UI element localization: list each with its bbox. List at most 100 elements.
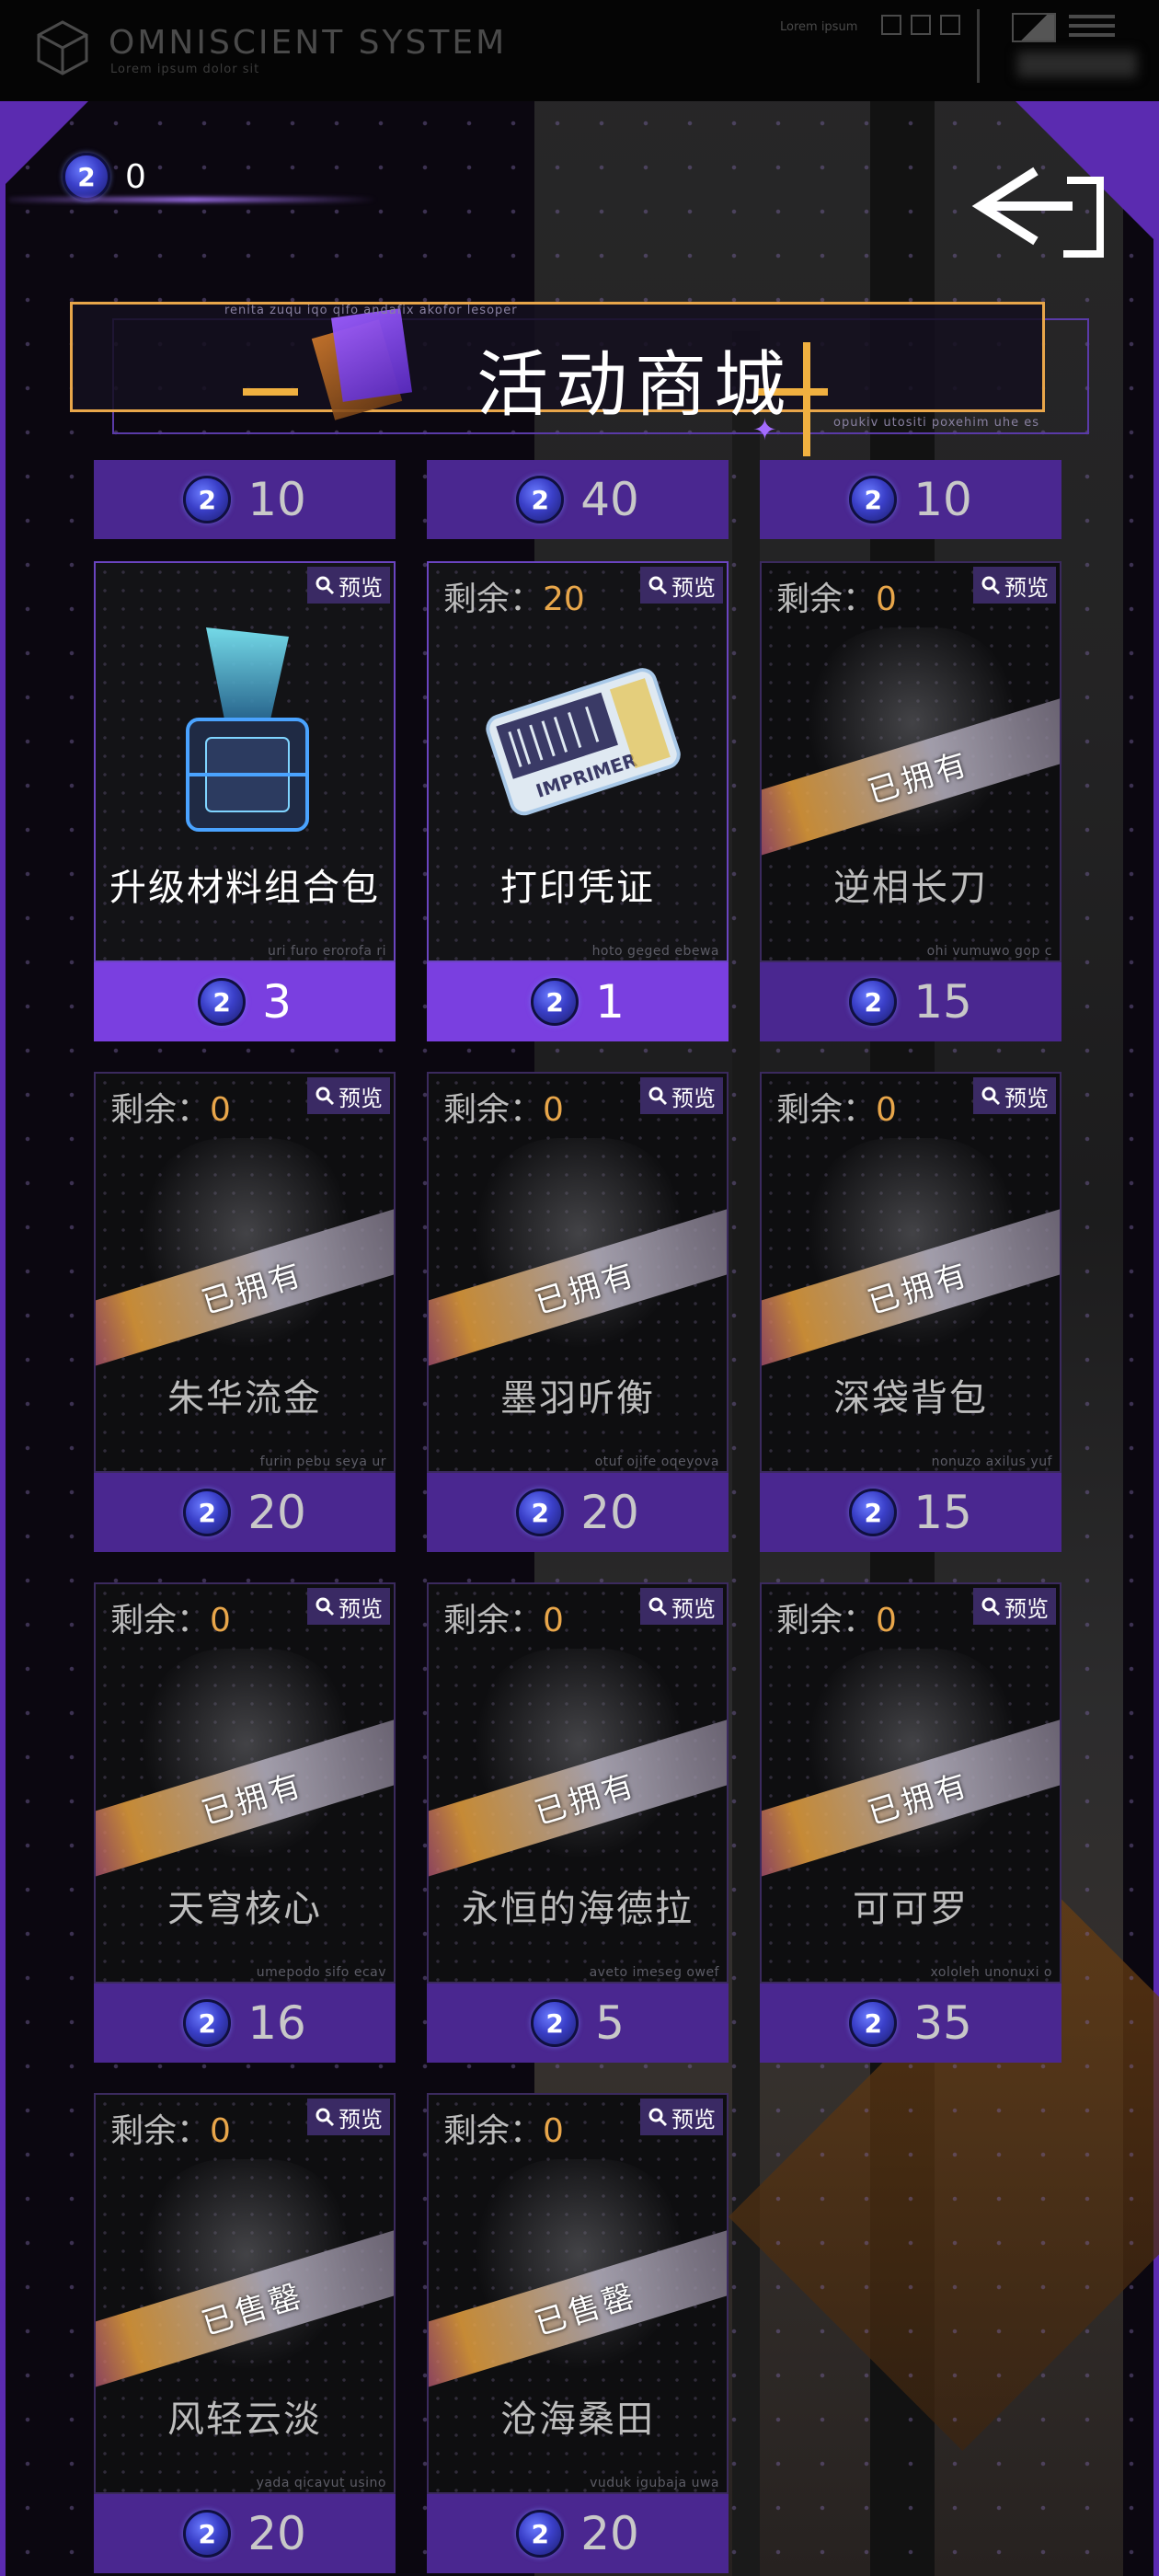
item-name: 升级材料组合包 [109, 867, 380, 909]
preview-button[interactable]: 预览 [307, 1077, 390, 1114]
remaining-count: 剩余：0 [110, 2104, 231, 2152]
price-bar[interactable]: 20 [427, 1473, 729, 1552]
price-value: 40 [580, 473, 639, 526]
remaining-count: 剩余：0 [776, 1083, 897, 1131]
item-name: 可可罗 [853, 1888, 969, 1930]
item-card[interactable]: 剩余：0 预览 已拥有 逆相长刀 ohi vumuwo gop c [760, 561, 1061, 962]
price-bar[interactable]: 20 [94, 1473, 396, 1552]
remaining-value: 0 [210, 1091, 231, 1129]
remaining-value: 0 [210, 1602, 231, 1639]
remaining-label: 剩余： [776, 581, 877, 618]
coin-icon [531, 1999, 580, 2047]
item-code: hoto geged ebewa [591, 944, 719, 959]
remaining-value: 0 [876, 581, 897, 618]
item-card[interactable]: 剩余：0 预览 已售罄 沧海桑田 vuduk igubaja uwa [427, 2093, 729, 2494]
item-card[interactable]: 剩余：0 预览 已拥有 永恒的海德拉 aveto imeseg owef [427, 1582, 729, 1984]
coin-icon [849, 1999, 898, 2047]
item-card[interactable]: 剩余：0 预览 已售罄 风轻云淡 yada qicavut usino [94, 2093, 396, 2494]
remaining-label: 剩余： [110, 2112, 211, 2150]
price-value: 1 [595, 975, 625, 1029]
preview-button[interactable]: 预览 [307, 2099, 390, 2135]
remaining-count: 剩余：0 [110, 1593, 231, 1641]
item-name: 深袋背包 [833, 1377, 988, 1420]
item-card[interactable]: 预览 升级材料组合包 uri furo erorofa ri [94, 561, 396, 962]
price-bar[interactable]: 5 [427, 1984, 729, 2063]
remaining-value: 0 [876, 1091, 897, 1129]
magnifier-icon [648, 575, 668, 595]
preview-label: 预览 [671, 2106, 716, 2133]
remaining-count: 剩余：0 [776, 572, 897, 620]
magnifier-icon [315, 1086, 335, 1106]
banner-tag: renita zuqu iqo qifo andafix akofor leso… [224, 304, 518, 317]
magnifier-icon [981, 1596, 1001, 1616]
preview-label: 预览 [671, 1085, 716, 1111]
back-arrow-icon[interactable] [971, 162, 1109, 272]
preview-label: 预览 [339, 2106, 383, 2133]
price-bar[interactable]: 20 [94, 2494, 396, 2573]
blurred-info [1017, 52, 1137, 77]
remaining-value: 20 [543, 581, 585, 618]
magnifier-icon [315, 2107, 335, 2127]
preview-button[interactable]: 预览 [307, 1588, 390, 1625]
price-bar[interactable]: 1 [427, 962, 729, 1041]
item-name: 永恒的海德拉 [462, 1888, 694, 1930]
price-value: 20 [247, 1486, 306, 1539]
magnifier-icon [315, 1596, 335, 1616]
preview-label: 预览 [1004, 1085, 1049, 1111]
remaining-label: 剩余： [443, 1602, 544, 1639]
price-bar[interactable]: 35 [760, 1984, 1061, 2063]
price-bar[interactable]: 10 [760, 460, 1061, 539]
coin-icon [63, 153, 110, 201]
item-code: umepodo sifo ecav [256, 1965, 386, 1980]
price-value: 15 [913, 975, 972, 1029]
close-icon[interactable] [940, 15, 960, 35]
system-title: OMNISCIENT SYSTEM [109, 24, 508, 62]
item-card[interactable]: 剩余：0 预览 已拥有 可可罗 xololeh unonuxi o [760, 1582, 1061, 1984]
preview-button[interactable]: 预览 [640, 1077, 723, 1114]
screenshot-icon[interactable] [1012, 13, 1056, 42]
item-card[interactable]: 剩余：0 预览 已拥有 朱华流金 furin pebu seya ur [94, 1072, 396, 1473]
item-code: yada qicavut usino [256, 2476, 386, 2490]
price-bar[interactable]: 40 [427, 460, 729, 539]
preview-button[interactable]: 预览 [640, 567, 723, 604]
item-name: 墨羽听衡 [500, 1377, 655, 1420]
remaining-value: 0 [876, 1602, 897, 1639]
preview-button[interactable]: 预览 [640, 2099, 723, 2135]
price-bar[interactable]: 20 [427, 2494, 729, 2573]
remaining-label: 剩余： [443, 581, 544, 618]
maximize-icon[interactable] [911, 15, 931, 35]
price-bar[interactable]: 15 [760, 1473, 1061, 1552]
remaining-value: 0 [543, 1091, 564, 1129]
balance-value: 0 [125, 157, 146, 196]
price-bar[interactable]: 10 [94, 460, 396, 539]
remaining-count: 剩余：0 [776, 1593, 897, 1641]
price-value: 20 [580, 1486, 639, 1539]
preview-button[interactable]: 预览 [640, 1588, 723, 1625]
magnifier-icon [315, 575, 335, 595]
item-card[interactable]: 剩余：0 预览 已拥有 天穹核心 umepodo sifo ecav [94, 1582, 396, 1984]
preview-button[interactable]: 预览 [973, 1588, 1056, 1625]
remaining-count: 剩余：20 [443, 572, 585, 620]
item-name: 天穹核心 [167, 1888, 322, 1930]
price-value: 10 [247, 473, 306, 526]
preview-button[interactable]: 预览 [307, 567, 390, 604]
price-value: 35 [913, 1996, 972, 2050]
price-bar[interactable]: 3 [94, 962, 396, 1041]
price-bar[interactable]: 15 [760, 962, 1061, 1041]
preview-button[interactable]: 预览 [973, 567, 1056, 604]
price-value: 15 [913, 1486, 972, 1539]
preview-button[interactable]: 预览 [973, 1077, 1056, 1114]
item-card[interactable]: IMPRIMER 剩余：20 预览 打印凭证 hoto geged ebewa [427, 561, 729, 962]
magnifier-icon [648, 1596, 668, 1616]
item-card[interactable]: 剩余：0 预览 已拥有 深袋背包 nonuzo axilus yuf [760, 1072, 1061, 1473]
price-value: 16 [247, 1996, 306, 2050]
minimize-icon[interactable] [881, 15, 901, 35]
item-card[interactable]: 剩余：0 预览 已拥有 墨羽听衡 otuf ojife oqeyova [427, 1072, 729, 1473]
banner-tag: opukiv utositi poxehim uhe es [833, 416, 1040, 430]
coin-icon [516, 2510, 565, 2558]
preview-label: 预览 [339, 574, 383, 601]
coin-icon [516, 476, 565, 523]
menu-icon[interactable] [1069, 15, 1115, 42]
remaining-value: 0 [543, 1602, 564, 1639]
price-bar[interactable]: 16 [94, 1984, 396, 2063]
